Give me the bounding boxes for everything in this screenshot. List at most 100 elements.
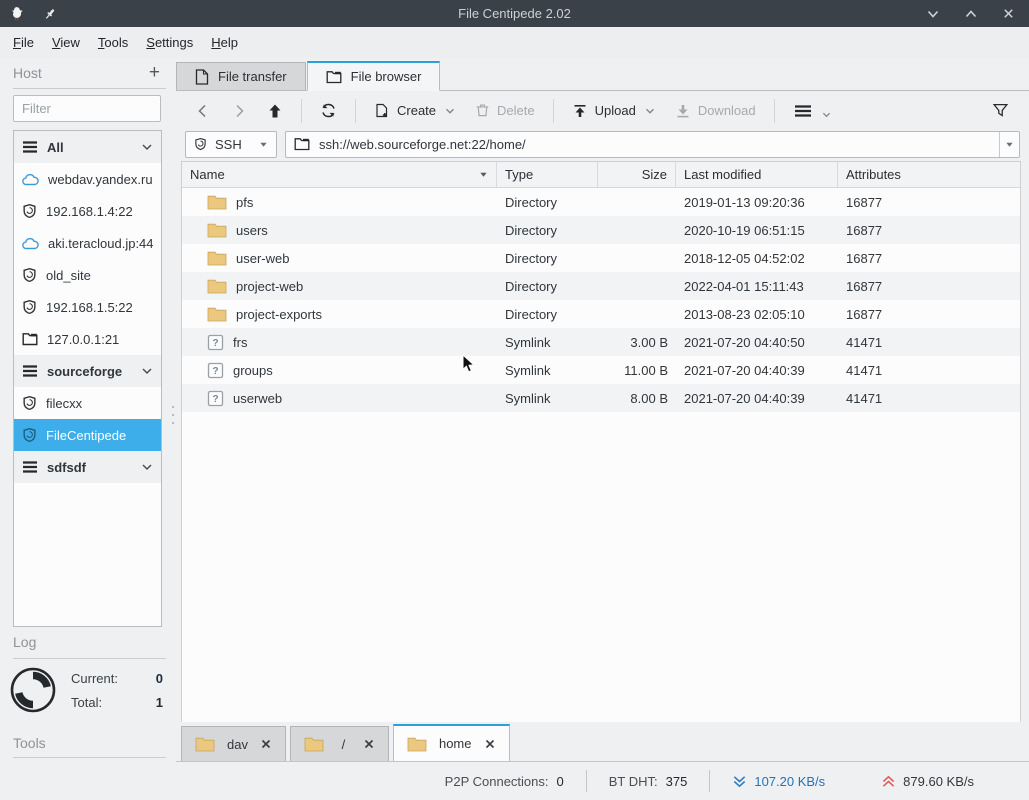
server-group-all[interactable]: All	[14, 131, 161, 163]
chevron-down-icon	[141, 141, 153, 153]
folder-icon	[304, 736, 324, 752]
menu-tools[interactable]: Tools	[89, 30, 137, 55]
menu-settings[interactable]: Settings	[137, 30, 202, 55]
column-header-name[interactable]: Name	[182, 162, 497, 187]
chevron-down-icon	[141, 365, 153, 377]
folder-open-icon	[294, 137, 310, 151]
server-item-webdav-yandex-ru-443[interactable]: webdav.yandex.ru:443	[14, 163, 161, 195]
menubar: File View Tools Settings Help	[0, 27, 1029, 58]
table-row[interactable]: pfs Directory 2019-01-13 09:20:36 16877	[182, 188, 1020, 216]
minimize-icon[interactable]	[926, 7, 940, 21]
file-icon	[195, 68, 209, 85]
server-item-192-168-1-4-22[interactable]: 192.168.1.4:22	[14, 195, 161, 227]
close-tab-icon[interactable]	[260, 738, 272, 750]
chevron-down-icon	[822, 110, 831, 119]
cell-attributes: 16877	[846, 194, 883, 210]
cell-modified: 2013-08-23 02:05:10	[684, 306, 805, 322]
delete-button[interactable]: Delete	[466, 97, 544, 124]
cell-name: ? groups	[182, 356, 497, 384]
folder-icon	[195, 736, 215, 752]
server-item-aki-teracloud-jp-443[interactable]: aki.teracloud.jp:443	[14, 227, 161, 259]
table-row[interactable]: project-exports Directory 2013-08-23 02:05…	[182, 300, 1020, 328]
server-item-192-168-1-5-22[interactable]: 192.168.1.5:22	[14, 291, 161, 323]
upload-speed-value: 879.60 KB/s	[903, 773, 974, 789]
forward-button[interactable]	[222, 97, 256, 125]
cell-type: Directory	[505, 194, 558, 210]
cell-type: Symlink	[505, 390, 551, 406]
cell-name: user-web	[182, 244, 497, 272]
cell-type: Symlink	[505, 334, 551, 350]
table-row[interactable]: user-web Directory 2018-12-05 04:52:02 1687…	[182, 244, 1020, 272]
back-button[interactable]	[186, 97, 220, 125]
tab-file-transfer[interactable]: File transfer	[176, 62, 306, 90]
up-button[interactable]	[258, 97, 292, 125]
svg-text:?: ?	[212, 366, 218, 377]
p2p-connections-value: 0	[556, 773, 564, 789]
server-item-127-0-0-1-21[interactable]: 127.0.0.1:21	[14, 323, 161, 355]
bt-dht-label: BT DHT:	[608, 773, 658, 789]
download-button[interactable]: Download	[666, 97, 765, 125]
bottom-tabbar: dav / home	[176, 722, 1029, 762]
menu-button[interactable]	[784, 97, 840, 125]
upload-button[interactable]: Upload	[563, 97, 664, 125]
host-section-label: Host	[13, 65, 42, 81]
menu-file[interactable]: File	[4, 30, 43, 55]
cell-modified: 2021-07-20 04:40:39	[684, 390, 805, 406]
add-host-button[interactable]: +	[143, 62, 166, 84]
sort-desc-icon	[479, 170, 488, 179]
column-header-type[interactable]: Type	[497, 162, 598, 187]
cell-size: 11.00 B	[624, 362, 668, 378]
menu-help[interactable]: Help	[202, 30, 247, 55]
server-group-sourceforge[interactable]: sourceforge	[14, 355, 161, 387]
column-header-last-modified[interactable]: Last modified	[676, 162, 838, 187]
table-row[interactable]: ? userweb Symlink 8.00 B 2021-07-20 04:40:39…	[182, 384, 1020, 412]
chevron-down-icon	[141, 461, 153, 473]
table-row[interactable]: ? frs Symlink 3.00 B 2021-07-20 04:40:50 4147…	[182, 328, 1020, 356]
close-tab-icon[interactable]	[363, 738, 375, 750]
splitter-handle[interactable]	[170, 390, 176, 440]
maximize-icon[interactable]	[964, 7, 978, 21]
cell-attributes: 16877	[846, 222, 883, 238]
path-dropdown-button[interactable]	[999, 131, 1019, 157]
server-item-filecentipede[interactable]: FileCentipede	[14, 419, 161, 451]
server-item-old-site[interactable]: old_site	[14, 259, 161, 291]
cell-name: project-web	[182, 272, 497, 300]
folder-icon	[407, 736, 427, 752]
transfer-stats: Current: 0 Total: 1	[9, 666, 163, 714]
current-value: 0	[155, 670, 163, 686]
server-group-sdfsdf[interactable]: sdfsdf	[14, 451, 161, 483]
menu-icon	[22, 460, 38, 474]
cell-size	[598, 216, 676, 244]
filter-input[interactable]	[13, 95, 161, 122]
path-tab-home[interactable]: home	[392, 724, 510, 761]
cell-name: pfs	[182, 188, 497, 216]
close-icon[interactable]	[1002, 7, 1015, 21]
divider	[13, 658, 166, 659]
folder-icon	[207, 278, 227, 294]
create-button[interactable]: Create	[365, 97, 464, 125]
column-header-size[interactable]: Size	[598, 162, 676, 187]
refresh-button[interactable]	[311, 96, 346, 125]
column-header-attributes[interactable]: Attributes	[838, 162, 1020, 187]
server-item-filecxx[interactable]: filecxx	[14, 387, 161, 419]
filter-funnel-button[interactable]	[982, 96, 1019, 125]
path-input[interactable]	[319, 131, 990, 157]
tab-file-browser[interactable]: File browser	[306, 61, 441, 91]
path-tab-dav[interactable]: dav	[181, 726, 286, 761]
table-row[interactable]: users Directory 2020-10-19 06:51:15 16877	[182, 216, 1020, 244]
svg-text:?: ?	[212, 338, 218, 349]
toolbar: Create Delete Upload Download	[176, 91, 1029, 130]
shield-icon	[22, 395, 37, 411]
table-row[interactable]: project-web Directory 2022-04-01 15:11:43 1…	[182, 272, 1020, 300]
table-row[interactable]: ? groups Symlink 11.00 B 2021-07-20 04:40:39…	[182, 356, 1020, 384]
protocol-value: SSH	[215, 136, 242, 152]
titlebar: File Centipede 2.02	[0, 0, 1029, 27]
protocol-select[interactable]: SSH	[185, 130, 277, 158]
close-tab-icon[interactable]	[484, 738, 496, 750]
cell-type: Directory	[505, 250, 558, 266]
upload-icon	[572, 103, 588, 119]
menu-view[interactable]: View	[43, 30, 89, 55]
path-tab--[interactable]: /	[289, 726, 389, 761]
download-speed-icon	[732, 774, 747, 789]
current-label: Current:	[71, 670, 118, 686]
